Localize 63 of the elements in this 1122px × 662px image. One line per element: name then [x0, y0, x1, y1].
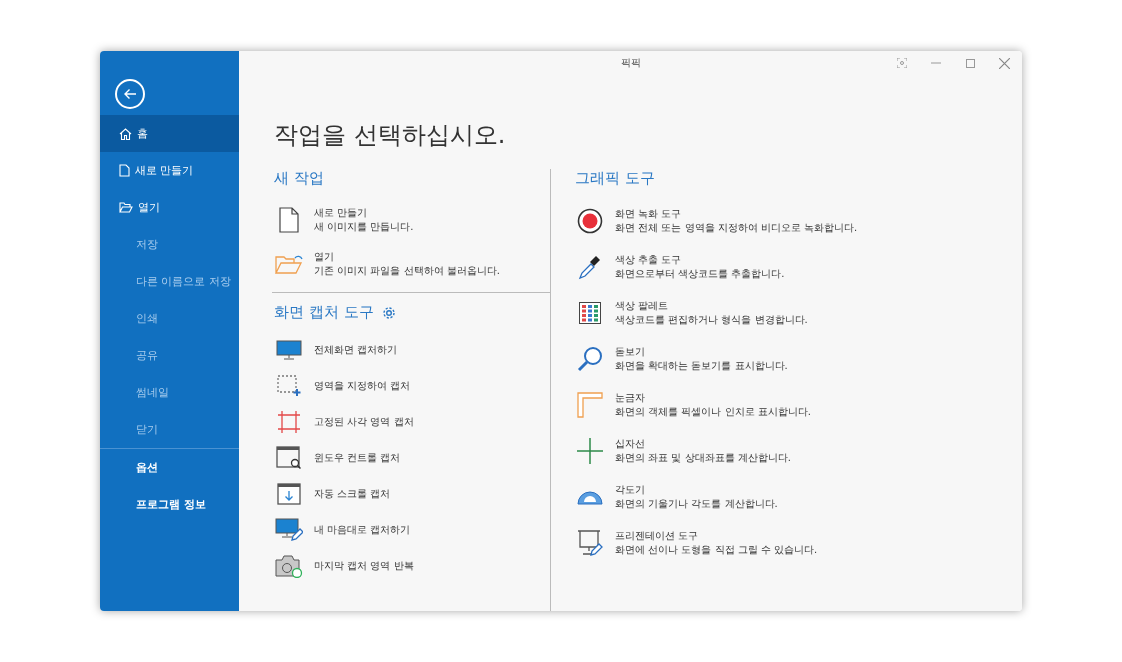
crosshair-icon [577, 438, 603, 464]
sidebar-item[interactable]: 새로 만들기 [100, 152, 239, 189]
tool-title[interactable]: 각도기 [615, 483, 778, 497]
task-description: 새 이미지를 만듭니다. [314, 220, 414, 234]
settings-icon[interactable] [381, 305, 396, 320]
tool-title[interactable]: 눈금자 [615, 391, 811, 405]
dashed-selection-icon [277, 375, 301, 397]
eyedropper-icon [578, 254, 602, 280]
section-title: 그래픽 도구 [575, 169, 655, 188]
monitor-pen-icon [275, 518, 303, 542]
sidebar-item[interactable]: 열기 [100, 189, 239, 226]
minimize-icon [931, 62, 941, 64]
tool-title[interactable]: 색상 팔레트 [615, 299, 808, 313]
capture-option[interactable]: 내 마음대로 캡처하기 [314, 523, 411, 537]
document-icon [119, 164, 130, 177]
section-title: 화면 캡처 도구 [274, 303, 374, 322]
ruler-icon [577, 392, 603, 418]
task-title[interactable]: 열기 [314, 250, 500, 264]
tool-description: 화면의 기울기나 각도를 계산합니다. [615, 497, 778, 511]
close-icon [998, 57, 1010, 69]
capture-option[interactable]: 고정된 사각 영역 캡처 [314, 415, 414, 429]
sidebar-item[interactable]: 홈 [100, 115, 239, 152]
tool-description: 화면에 선이나 도형을 직접 그릴 수 있습니다. [615, 543, 818, 557]
camera-repeat-icon [275, 554, 303, 578]
capture-option[interactable]: 자동 스크롤 캡처 [314, 487, 391, 501]
page-heading: 작업을 선택하십시오. [274, 120, 506, 151]
back-arrow-icon [123, 88, 137, 100]
task-title[interactable]: 새로 만들기 [314, 206, 414, 220]
window-title: 픽픽 [620, 56, 641, 70]
record-icon [577, 208, 603, 234]
crop-frame-icon [278, 411, 300, 433]
tool-title[interactable]: 프리젠테이션 도구 [615, 529, 818, 543]
capture-option[interactable]: 윈도우 컨트롤 캡처 [314, 451, 401, 465]
monitor-icon [276, 340, 302, 360]
sidebar-item[interactable]: 옵션 [100, 449, 239, 486]
task-description: 기존 이미지 파일을 선택하여 불러옵니다. [314, 264, 500, 278]
capture-icon [897, 58, 907, 68]
magnifier-icon [577, 346, 603, 372]
open-folder-icon [275, 253, 303, 275]
tool-description: 화면으로부터 색상코드를 추출합니다. [615, 267, 785, 281]
tool-description: 화면을 확대하는 돋보기를 표시합니다. [615, 359, 788, 373]
tool-description: 화면의 객체를 픽셀이나 인치로 표시합니다. [615, 405, 811, 419]
tool-description: 화면의 좌표 및 상대좌표를 계산합니다. [615, 451, 791, 465]
window-search-icon [276, 446, 302, 470]
tool-description: 색상코드를 편집하거나 형식을 변경합니다. [615, 313, 808, 327]
folder-icon [119, 202, 133, 213]
tool-title[interactable]: 십자선 [615, 437, 791, 451]
capture-option[interactable]: 영역을 지정하여 캡처 [314, 379, 411, 393]
tool-title[interactable]: 색상 추출 도구 [615, 253, 785, 267]
capture-option[interactable]: 전체화면 캡처하기 [314, 343, 398, 357]
back-button[interactable] [115, 79, 145, 109]
tool-description: 화면 전체 또는 영역을 지정하여 비디오로 녹화합니다. [615, 221, 858, 235]
sidebar-item[interactable]: 프로그램 정보 [100, 486, 239, 523]
blank-document-icon [279, 207, 299, 233]
tool-title[interactable]: 돋보기 [615, 345, 788, 359]
home-icon [119, 127, 132, 140]
color-grid-icon [579, 302, 601, 324]
maximize-icon [965, 58, 975, 68]
section-title: 새 작업 [274, 169, 324, 188]
capture-option[interactable]: 마지막 캡처 영역 반복 [314, 559, 414, 573]
protractor-icon [577, 489, 603, 505]
tool-title[interactable]: 화면 녹화 도구 [615, 207, 858, 221]
presentation-board-icon [577, 530, 603, 556]
